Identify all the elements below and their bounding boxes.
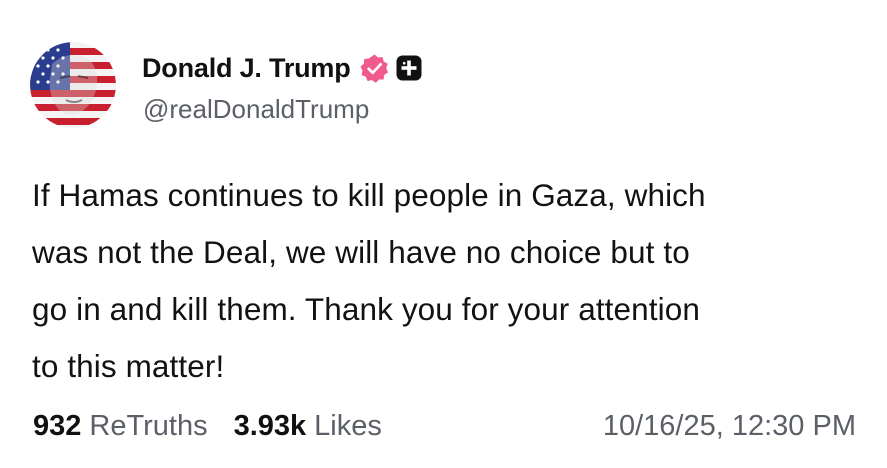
avatar-image xyxy=(30,42,116,128)
plus-square-icon xyxy=(396,55,422,81)
post-text-line: If Hamas continues to kill people in Gaz… xyxy=(32,177,706,213)
retruths-label: ReTruths xyxy=(89,410,208,442)
post-text-line: go in and kill them. Thank you for your … xyxy=(32,291,700,327)
post-stats: 932 ReTruths 3.93k Likes xyxy=(33,410,382,443)
author-name-row: Donald J. Trump xyxy=(142,50,422,86)
likes-label: Likes xyxy=(314,410,382,442)
author-handle[interactable]: @realDonaldTrump xyxy=(143,94,369,125)
verified-badge-icon xyxy=(359,53,390,84)
likes-stat[interactable]: 3.93k Likes xyxy=(234,410,382,443)
post-text-line: to this matter! xyxy=(32,348,225,384)
truth-post: Donald J. Trump @realDonaldTrump If Hama… xyxy=(0,0,887,468)
likes-count: 3.93k xyxy=(233,410,307,442)
author-avatar[interactable] xyxy=(30,42,116,128)
author-display-name[interactable]: Donald J. Trump xyxy=(142,53,351,84)
post-text-line: was not the Deal, we will have no choice… xyxy=(32,234,690,270)
retruths-stat[interactable]: 932 ReTruths xyxy=(33,410,208,443)
retruths-count: 932 xyxy=(33,410,82,442)
post-body: If Hamas continues to kill people in Gaz… xyxy=(32,167,872,395)
post-timestamp[interactable]: 10/16/25, 12:30 PM xyxy=(603,410,856,443)
